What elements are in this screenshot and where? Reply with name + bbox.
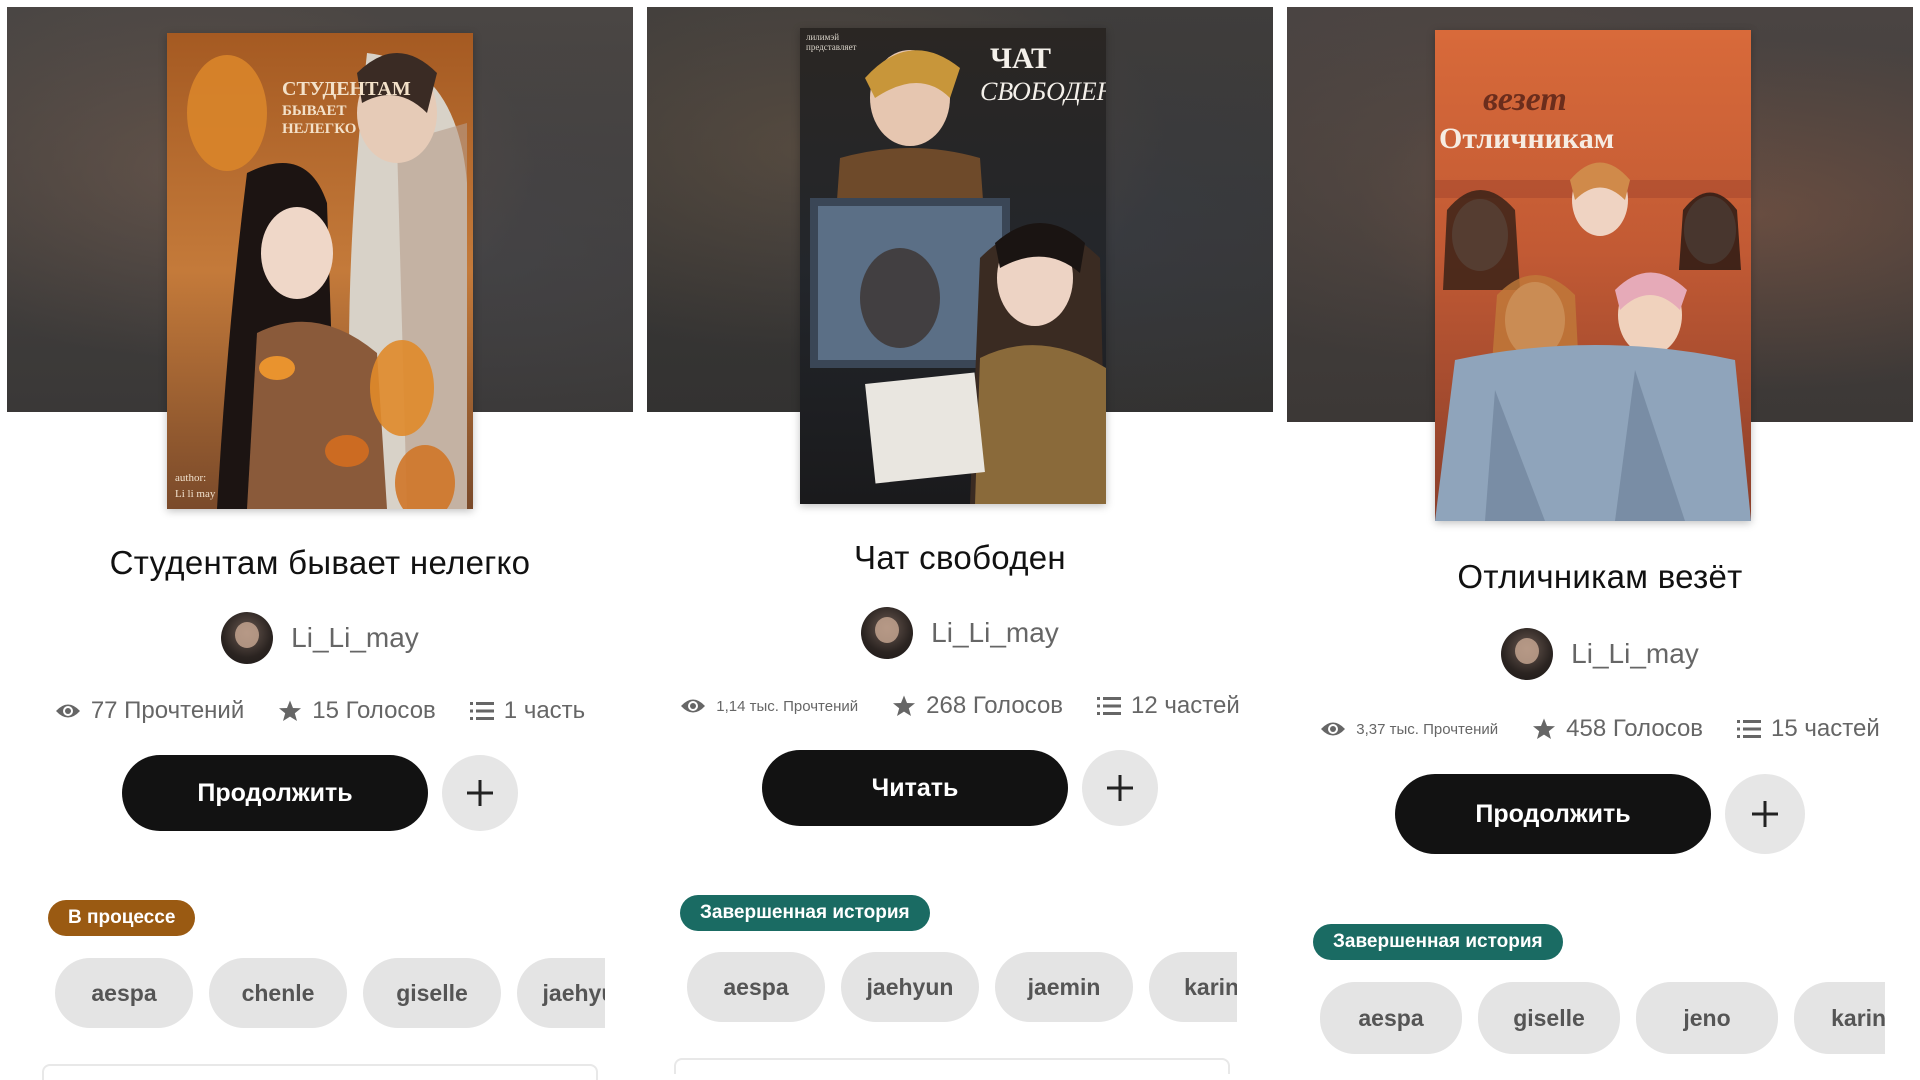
add-to-library-button[interactable] [1725,774,1805,854]
cover-title-2: БЫВАЕТ [282,103,347,119]
cover-art: везет Отличникам [1435,30,1751,521]
plus-icon [1107,775,1133,801]
list-icon [469,702,494,720]
story-stats: 77 Прочтений 15 Голосов 1 часть [0,697,640,725]
eye-icon [1321,722,1346,736]
cover-title-1: СТУДЕНТАМ [282,78,411,100]
author-name[interactable]: Li_Li_may [1571,638,1699,670]
votes-stat: 458 Голосов [1532,715,1703,743]
cover-title-2: СВОБОДЕН [980,77,1106,106]
author-avatar[interactable] [861,607,914,659]
story-title[interactable]: Чат свободен [640,539,1280,577]
story-card-1: СТУДЕНТАМ БЫВАЕТ НЕЛЕГКО author: Li li m… [0,0,640,1080]
eye-icon [681,699,706,713]
cover-credit-2: представляет [806,42,857,52]
status-badge: В процессе [48,900,196,936]
parts-stat: 1 часть [469,697,586,725]
reads-stat: 77 Прочтений [55,697,244,725]
tag-chip[interactable]: aespa [687,952,825,1022]
reads-stat: 3,37 тыс. Прочтений [1320,720,1498,738]
tag-chip[interactable]: karina [1794,982,1885,1054]
story-card-2: ЧАТ СВОБОДЕН лилимэй представляет Чат св… [640,0,1280,1080]
reads-count: 1,14 тыс. Прочтений [716,697,859,715]
tag-chip[interactable]: karina [1149,952,1237,1022]
next-section-edge [42,1064,598,1080]
continue-reading-button[interactable]: Продолжить [1395,774,1711,854]
list-icon [1737,720,1762,738]
reads-stat: 1,14 тыс. Прочтений [680,697,858,715]
author-name[interactable]: Li_Li_may [931,617,1059,649]
story-actions: Читать [640,750,1280,826]
tag-list: aespa chenle giselle jaehyun [55,958,605,1038]
votes-count: 15 Голосов [312,697,436,724]
tag-chip[interactable]: aespa [1320,982,1462,1054]
story-title[interactable]: Студентам бывает нелегко [0,544,640,582]
star-icon [1533,718,1556,739]
tag-chip[interactable]: giselle [363,958,501,1028]
cover-credit-1: author: [175,472,206,484]
author-row[interactable]: Li_Li_may [0,612,640,664]
cover-credit-2: Li li may [175,488,216,500]
author-name[interactable]: Li_Li_may [291,622,419,654]
tag-chip[interactable]: jaehyun [517,958,605,1028]
reads-count: 3,37 тыс. Прочтений [1356,720,1499,738]
cover-title-1: везет [1483,81,1567,118]
story-title[interactable]: Отличникам везёт [1280,558,1920,596]
votes-stat: 268 Голосов [892,692,1063,720]
star-icon [893,695,916,716]
eye-icon [55,704,80,718]
tag-chip[interactable]: chenle [209,958,347,1028]
plus-icon [1752,801,1778,827]
cover-title-2: Отличникам [1439,122,1614,155]
next-section-edge [674,1058,1230,1074]
story-cards-screen: СТУДЕНТАМ БЫВАЕТ НЕЛЕГКО author: Li li m… [0,0,1920,1080]
list-icon [1097,697,1122,715]
read-button[interactable]: Читать [762,750,1068,826]
parts-count: 12 частей [1131,692,1240,719]
story-cover[interactable]: СТУДЕНТАМ БЫВАЕТ НЕЛЕГКО author: Li li m… [167,33,473,509]
tag-chip[interactable]: aespa [55,958,193,1028]
parts-count: 1 часть [503,697,586,724]
cover-credit-1: лилимэй [806,32,839,42]
tag-chip[interactable]: jeno [1636,982,1778,1054]
add-to-library-button[interactable] [1082,750,1158,826]
author-row[interactable]: Li_Li_may [1280,628,1920,680]
status-badge: Завершенная история [1313,924,1563,960]
story-actions: Продолжить [1280,774,1920,854]
cover-art: СТУДЕНТАМ БЫВАЕТ НЕЛЕГКО author: Li li m… [167,33,473,509]
author-row[interactable]: Li_Li_may [640,607,1280,659]
story-cover[interactable]: везет Отличникам [1435,30,1751,521]
story-cover[interactable]: ЧАТ СВОБОДЕН лилимэй представляет [800,28,1106,504]
parts-stat: 15 частей [1737,715,1880,743]
votes-count: 268 Голосов [926,692,1064,719]
tag-list: aespa jaehyun jaemin karina [687,952,1237,1032]
continue-reading-button[interactable]: Продолжить [122,755,428,831]
votes-stat: 15 Голосов [278,697,436,725]
tag-chip[interactable]: giselle [1478,982,1620,1054]
tag-chip[interactable]: jaemin [995,952,1133,1022]
votes-count: 458 Голосов [1566,715,1704,742]
plus-icon [467,780,493,806]
star-icon [279,700,302,721]
cover-title-1: ЧАТ [990,42,1051,75]
status-badge: Завершенная история [680,895,930,931]
author-avatar[interactable] [1501,628,1554,680]
story-stats: 1,14 тыс. Прочтений 268 Голосов 12 часте… [640,692,1280,720]
cover-art: ЧАТ СВОБОДЕН лилимэй представляет [800,28,1106,504]
parts-count: 15 частей [1771,715,1880,742]
author-avatar[interactable] [221,612,274,664]
add-to-library-button[interactable] [442,755,518,831]
cover-title-3: НЕЛЕГКО [282,121,356,137]
tag-list: aespa giselle jeno karina [1320,982,1885,1062]
parts-stat: 12 частей [1097,692,1240,720]
tag-chip[interactable]: jaehyun [841,952,979,1022]
reads-count: 77 Прочтений [90,697,245,724]
story-card-3: везет Отличникам Отличникам везёт Li_Li_… [1280,0,1920,1080]
story-stats: 3,37 тыс. Прочтений 458 Голосов 15 часте… [1280,715,1920,743]
story-actions: Продолжить [0,755,640,831]
